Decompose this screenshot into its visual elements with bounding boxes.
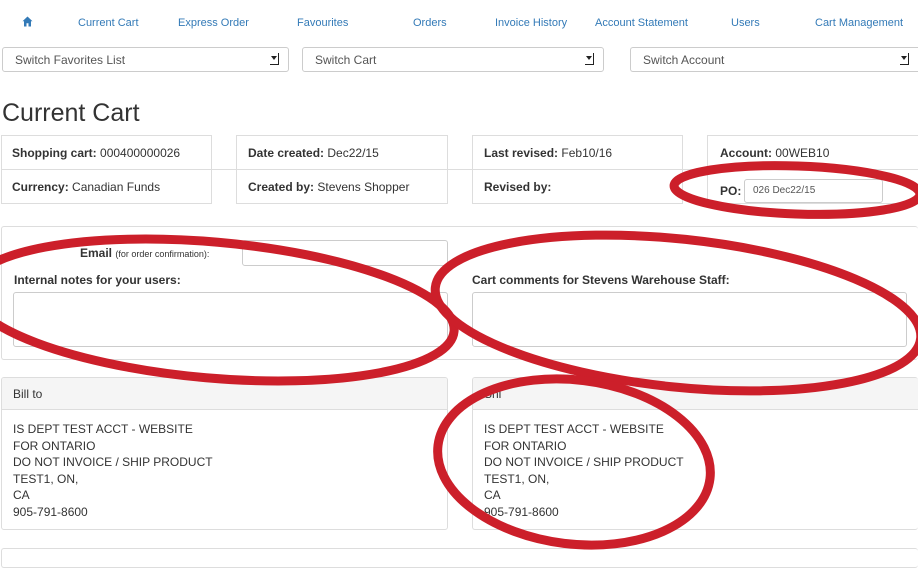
dropdown-arrow-icon[interactable] xyxy=(270,53,279,65)
last-revised-info: Last revised: Feb10/16 xyxy=(484,146,613,160)
bill-to-address: IS DEPT TEST ACCT - WEBSITE FOR ONTARIO … xyxy=(13,422,213,519)
account-info: Account: 00WEB10 xyxy=(720,146,830,160)
email-field[interactable] xyxy=(242,240,448,266)
dropdown-arrow-icon[interactable] xyxy=(900,53,909,65)
switch-account-select[interactable]: Switch Account xyxy=(630,47,918,72)
nav-orders[interactable]: Orders xyxy=(413,17,447,29)
date-created-info: Date created: Dec22/15 xyxy=(248,146,379,160)
po-label: PO: xyxy=(720,184,742,198)
bottom-section xyxy=(1,548,918,568)
cart-comments-textarea[interactable] xyxy=(472,292,907,347)
currency-info: Currency: Canadian Funds xyxy=(12,180,161,194)
ship-to-heading: Shi xyxy=(473,378,918,410)
ship-to-address: IS DEPT TEST ACCT - WEBSITE FOR ONTARIO … xyxy=(484,422,684,519)
internal-notes-textarea[interactable] xyxy=(13,292,448,347)
po-input[interactable]: 026 Dec22/15 xyxy=(744,179,883,203)
switch-cart-select[interactable]: Switch Cart xyxy=(302,47,604,72)
switch-favorites-select[interactable]: Switch Favorites List xyxy=(2,47,289,72)
created-by-info: Created by: Stevens Shopper xyxy=(248,180,410,194)
cart-info-divider xyxy=(1,169,918,170)
nav-express-order[interactable]: Express Order xyxy=(178,17,249,29)
page-title: Current Cart xyxy=(2,99,140,127)
nav-account-statement[interactable]: Account Statement xyxy=(595,17,688,29)
switch-cart-label: Switch Cart xyxy=(315,53,377,67)
nav-favourites[interactable]: Favourites xyxy=(297,17,348,29)
bill-to-heading: Bill to xyxy=(2,378,447,410)
home-icon[interactable] xyxy=(22,16,33,27)
nav-users[interactable]: Users xyxy=(731,17,760,29)
top-navigation: Current Cart Express Order Favourites Or… xyxy=(0,0,918,46)
internal-notes-label: Internal notes for your users: xyxy=(14,273,181,287)
dropdown-arrow-icon[interactable] xyxy=(585,53,594,65)
shopping-cart-info: Shopping cart: 000400000026 xyxy=(12,146,181,160)
switch-favorites-label: Switch Favorites List xyxy=(15,53,126,67)
cart-comments-label: Cart comments for Stevens Warehouse Staf… xyxy=(472,273,730,287)
nav-invoice-history[interactable]: Invoice History xyxy=(495,17,567,29)
email-label: Email (for order confirmation): xyxy=(80,246,210,260)
nav-current-cart[interactable]: Current Cart xyxy=(78,17,139,29)
revised-by-info: Revised by: xyxy=(484,180,552,194)
switch-account-label: Switch Account xyxy=(643,53,725,67)
nav-cart-management[interactable]: Cart Management xyxy=(815,17,903,29)
